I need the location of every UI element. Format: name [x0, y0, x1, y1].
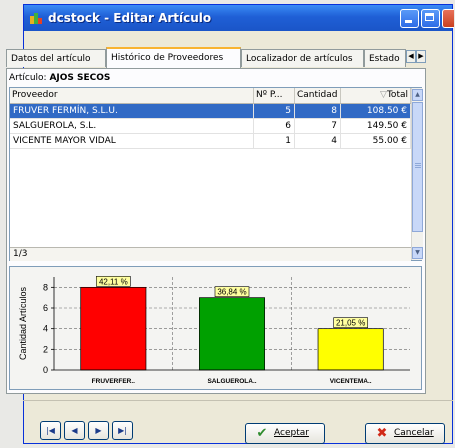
- tab-scroll-left-button[interactable]: ◀: [406, 50, 416, 63]
- bar: [80, 286, 147, 371]
- sort-icon: ▽: [380, 90, 387, 100]
- x-tick-label: FRUVERFER..: [92, 378, 136, 385]
- y-tick-label: 6: [43, 303, 48, 313]
- y-tick-label: 0: [43, 365, 48, 375]
- cross-icon: ✖: [376, 426, 388, 441]
- table-row[interactable]: VICENTE MAYOR VIDAL 1 4 55.00 €: [10, 134, 411, 149]
- column-header-total[interactable]: ▽Total: [341, 88, 411, 103]
- vertical-scrollbar[interactable]: ▲ ▼: [411, 88, 423, 260]
- grip-line: [415, 167, 421, 168]
- grid-header: Proveedor Nº P... Cantidad ▽Total: [10, 88, 411, 104]
- accept-label: Aceptar: [274, 428, 309, 438]
- bar: [199, 297, 265, 371]
- bar: [317, 328, 384, 371]
- suppliers-grid: Proveedor Nº P... Cantidad ▽Total FRUVER…: [9, 87, 423, 261]
- tab-localizador-articulos[interactable]: Localizador de artículos: [241, 49, 364, 67]
- cell-total: 108.50 €: [341, 104, 411, 119]
- table-row[interactable]: SALGUEROLA, S.L. 6 7 149.50 €: [10, 119, 411, 134]
- cell-total: 55.00 €: [341, 134, 411, 149]
- cell-cantidad: 7: [295, 119, 341, 134]
- first-icon: |◀: [46, 426, 55, 435]
- last-record-button[interactable]: ▶|: [112, 421, 133, 440]
- grid-footer: 1/3: [10, 247, 411, 261]
- tab-strip: Datos del artículo Histórico de Proveedo…: [6, 47, 426, 68]
- scroll-up-button[interactable]: ▲: [412, 89, 423, 101]
- accept-button[interactable]: ✔ Aceptar: [245, 423, 325, 444]
- cell-cantidad: 4: [295, 134, 341, 149]
- y-axis-label: Cantidad Artículos: [18, 286, 28, 360]
- article-heading: Artículo: AJOS SECOS: [9, 73, 110, 83]
- scroll-thumb[interactable]: [412, 102, 423, 232]
- cell-proveedor: VICENTE MAYOR VIDAL: [10, 134, 254, 149]
- data-label: 42,11 %: [99, 277, 128, 286]
- tab-label: Localizador de artículos: [246, 54, 353, 64]
- y-tick-label: 2: [43, 344, 48, 354]
- grip-line: [415, 165, 421, 166]
- minimize-button[interactable]: [400, 9, 419, 28]
- data-label: 36,84 %: [217, 288, 246, 297]
- tab-scroll-right-button[interactable]: ▶: [416, 50, 426, 63]
- maximize-button[interactable]: [421, 9, 440, 28]
- next-icon: ▶: [95, 426, 102, 435]
- record-indicator: 1/3: [13, 249, 28, 259]
- tab-datos-articulo[interactable]: Datos del artículo: [6, 49, 106, 67]
- data-label: 21,05 %: [336, 319, 365, 328]
- column-header-total-label: Total: [386, 90, 408, 100]
- cell-proveedor: SALGUEROLA, S.L.: [10, 119, 254, 134]
- column-header-proveedor[interactable]: Proveedor: [10, 88, 254, 103]
- minimize-icon: [405, 20, 412, 23]
- column-header-pedidos[interactable]: Nº P...: [254, 88, 295, 103]
- y-tick-label: 4: [43, 324, 48, 334]
- chart-svg: Cantidad Artículos 0 2 4 6 8 42,11 % FRUVERFER.…: [18, 276, 410, 385]
- app-icon: [30, 12, 42, 24]
- article-name: AJOS SECOS: [49, 73, 111, 83]
- cancel-label: Cancelar: [394, 428, 434, 438]
- title-bar[interactable]: dcstock - Editar Artículo: [24, 5, 454, 31]
- tab-label: Estado: [369, 54, 400, 64]
- cell-total: 149.50 €: [341, 119, 411, 134]
- maximize-icon: [425, 13, 434, 21]
- cell-proveedor: FRUVER FERMÍN, S.L.U.: [10, 104, 254, 119]
- grip-line: [415, 163, 421, 164]
- table-row[interactable]: FRUVER FERMÍN, S.L.U. 5 8 108.50 €: [10, 104, 411, 119]
- tab-historico-proveedores[interactable]: Histórico de Proveedores: [106, 47, 241, 68]
- article-label: Artículo:: [9, 73, 47, 83]
- window-title: dcstock - Editar Artículo: [48, 11, 212, 25]
- checkmark-icon: ✔: [256, 426, 268, 441]
- x-tick-label: SALGUEROLA..: [207, 378, 256, 385]
- cell-pedidos: 1: [254, 134, 295, 149]
- tab-estado[interactable]: Estado: [364, 49, 406, 67]
- cell-cantidad: 8: [295, 104, 341, 119]
- cancel-button[interactable]: ✖ Cancelar: [365, 423, 445, 444]
- last-icon: ▶|: [118, 426, 127, 435]
- next-record-button[interactable]: ▶: [88, 421, 109, 440]
- cell-pedidos: 6: [254, 119, 295, 134]
- tab-scroll-arrows: ◀ ▶: [406, 50, 428, 64]
- footer-separator: [23, 400, 453, 401]
- scroll-down-button[interactable]: ▼: [412, 247, 423, 259]
- cell-pedidos: 5: [254, 104, 295, 119]
- close-button[interactable]: [442, 9, 454, 28]
- first-record-button[interactable]: |◀: [40, 421, 61, 440]
- previous-icon: ◀: [71, 426, 78, 435]
- supplier-chart: Cantidad Artículos 0 2 4 6 8 42,11 % FRUVERFER.…: [9, 266, 422, 390]
- tab-label: Datos del artículo: [11, 54, 91, 64]
- y-tick-label: 8: [43, 282, 48, 292]
- column-header-cantidad[interactable]: Cantidad: [295, 88, 341, 103]
- previous-record-button[interactable]: ◀: [64, 421, 85, 440]
- tab-label: Histórico de Proveedores: [111, 53, 224, 63]
- x-tick-label: VICENTEMA..: [330, 378, 372, 385]
